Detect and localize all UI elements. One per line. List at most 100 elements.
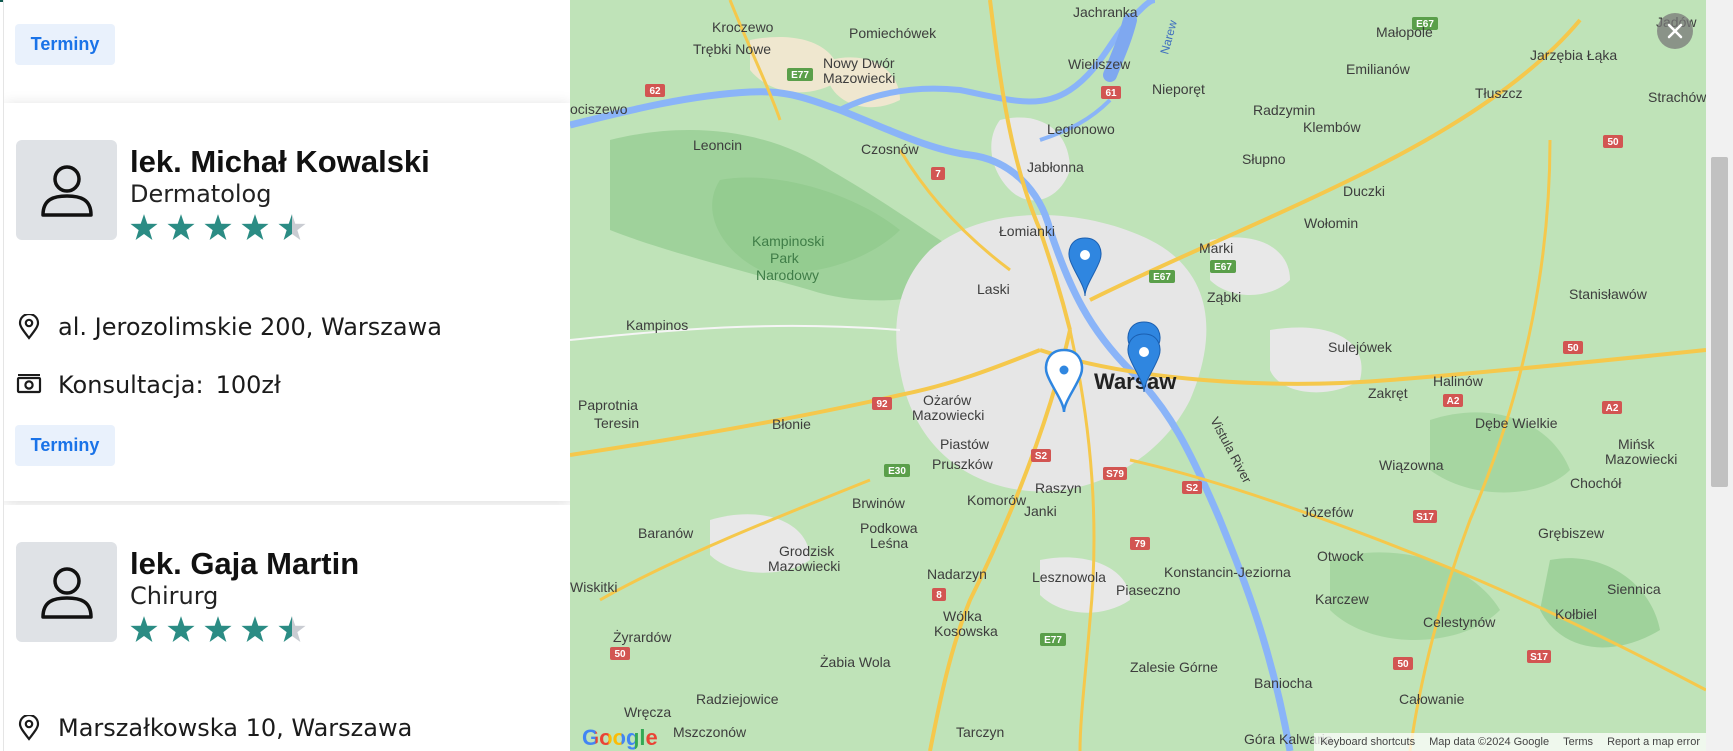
google-logo: Google [582,725,658,751]
place-label: Otwock [1317,548,1365,564]
place-label: Kołbiel [1555,606,1597,622]
place-label: Nadarzyn [927,566,987,582]
doctor-card: lek. Gaja Martin Chirurg Marszałkowska 1… [4,505,570,751]
road-badge: A2 [1447,396,1460,407]
doctor-specialty: Dermatolog [130,180,272,208]
star-half-icon [278,214,306,240]
place-label: Marki [1199,240,1233,256]
place-label: Małopole [1376,24,1433,40]
place-label: Tłuszcz [1475,85,1522,101]
doctor-card: lek. Michał Kowalski Dermatolog al. Jero… [4,103,570,501]
place-label: Stanisławów [1569,286,1648,302]
place-label: Wołomin [1304,215,1358,231]
terminy-button[interactable]: Terminy [15,425,115,466]
place-label: Zakręt [1368,385,1408,401]
place-label: Brwinów [852,495,906,511]
place-label: Mazowiecki [1605,451,1677,467]
place-label: Teresin [594,415,639,431]
place-label: Nowy Dwór [823,55,895,71]
star-icon [241,214,269,240]
place-label: Raszyn [1035,480,1082,496]
doctor-card-previous: Terminy [4,0,570,103]
terminy-button[interactable]: Terminy [15,24,115,65]
place-label: Legionowo [1047,121,1115,137]
keyboard-shortcuts-link[interactable]: Keyboard shortcuts [1320,736,1415,748]
place-label: Trębki Nowe [693,41,771,57]
close-button[interactable] [1657,13,1693,49]
road-badge: A2 [1606,403,1619,414]
place-label: Józefów [1302,504,1354,520]
place-label: Emilianów [1346,61,1411,77]
place-label: Radziejowice [696,691,779,707]
address-text: al. Jerozolimskie 200, Warszawa [58,313,442,341]
place-label: Dębe Wielkie [1475,415,1558,431]
place-label: Całowanie [1399,691,1465,707]
location-pin-icon [16,715,42,741]
doctor-name: lek. Michał Kowalski [130,144,430,179]
place-label: Kampinoski [752,233,824,249]
star-half-icon [278,616,306,642]
place-label: Kroczewo [712,19,774,35]
price-label: Konsultacja: [58,371,204,399]
place-label: Jabłonna [1027,159,1084,175]
place-label: Błonie [772,416,811,432]
road-badge: S2 [1035,451,1048,462]
place-label: Park [770,250,800,266]
scrollbar-thumb[interactable] [1711,157,1728,487]
place-label: ociszewo [570,101,628,117]
place-label: Karczew [1315,591,1370,607]
place-label: Wręcza [624,704,671,720]
user-icon [40,165,93,217]
place-label: Klembów [1303,119,1361,135]
place-label: Piaseczno [1116,582,1181,598]
place-label: Grębiszew [1538,525,1605,541]
place-label: Mazowiecki [823,70,895,86]
star-icon [130,214,158,240]
place-label: Lesznowola [1032,569,1106,585]
place-label: Ząbki [1207,289,1241,305]
road-badge: 7 [935,169,941,180]
place-label: Leoncin [693,137,742,153]
place-label: Duczki [1343,183,1385,199]
place-label: Sulejówek [1328,339,1393,355]
doctor-list-panel[interactable]: Terminy lek. Michał Kowalski Dermatolog … [3,0,570,751]
place-label: Ożarów [923,392,972,408]
road-badge: E67 [1153,272,1171,283]
place-label: Zalesie Górne [1130,659,1218,675]
road-badge: S17 [1416,512,1434,523]
terms-link[interactable]: Terms [1563,736,1593,748]
report-error-link[interactable]: Report a map error [1607,736,1700,748]
place-label: Grodzisk [779,543,835,559]
place-label: Pomiechówek [849,25,937,41]
place-label: Komorów [967,492,1027,508]
road-badge: 79 [1134,539,1146,550]
star-icon [204,616,232,642]
place-label: Łomianki [999,223,1055,239]
road-badge: E77 [791,70,809,81]
map-view[interactable]: 62 E77 61 E67 7 E67 E67 50 50 92 S2 A2 A… [570,0,1706,751]
road-badge: S2 [1186,483,1199,494]
road-badge: 62 [649,86,661,97]
place-label: Narodowy [756,267,819,283]
google-logo-text: Google [582,725,658,750]
rating-stars [130,616,306,643]
star-icon [130,616,158,642]
place-label: Mińsk [1618,436,1656,452]
place-label: Janki [1024,503,1057,519]
doctor-name: lek. Gaja Martin [130,546,360,581]
location-pin-icon [16,314,42,340]
place-label: Wiskitki [570,579,617,595]
place-label: Żyrardów [613,628,672,645]
road-badge: 50 [1567,343,1579,354]
star-icon [167,616,195,642]
place-label: Konstancin-Jeziorna [1164,564,1291,580]
place-label: Żabia Wola [820,653,891,670]
place-label: Chochół [1570,475,1622,491]
map-canvas[interactable]: 62 E77 61 E67 7 E67 E67 50 50 92 S2 A2 A… [570,0,1706,751]
scrollbar[interactable] [1706,0,1733,751]
place-label: Słupno [1242,151,1286,167]
road-badge: 61 [1105,88,1117,99]
star-icon [204,214,232,240]
star-icon [167,214,195,240]
place-label: Baranów [638,525,694,541]
